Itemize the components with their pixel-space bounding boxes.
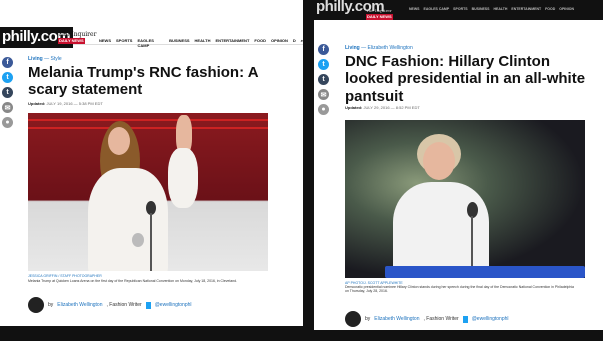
nav-item-business[interactable]: BUSINESS — [472, 7, 490, 11]
nav-item-business[interactable]: BUSINESS — [169, 38, 189, 48]
flag-stripe — [28, 119, 268, 121]
flag-stripe — [28, 127, 268, 129]
updated-timestamp: Updated: JULY 29, 2016 — 8:52 PM EDT — [345, 105, 420, 110]
nav-item-eagles-camp[interactable]: EAGLES CAMP — [137, 38, 164, 48]
updated-timestamp: Updated: JULY 19, 2016 — 5:38 PM EDT — [28, 101, 103, 106]
email-icon[interactable]: ✉ — [318, 89, 329, 100]
main-nav: NEWS EAGLES CAMP SPORTS BUSINESS HEALTH … — [409, 7, 574, 11]
paper-masthead[interactable]: The Inquirer DAILY NEWS — [366, 8, 393, 20]
author-avatar[interactable] — [345, 311, 361, 327]
mic-stand-shape — [150, 213, 152, 271]
pantsuit-shape — [393, 182, 489, 278]
updated-value: JULY 29, 2016 — 8:52 PM EDT — [363, 105, 420, 110]
author-twitter-handle[interactable]: @ewellingtonphl — [155, 302, 192, 308]
paper-masthead[interactable]: The Inquirer DAILY NEWS — [58, 32, 96, 44]
paper-badge: DAILY NEWS — [366, 14, 393, 20]
microphone-shape — [132, 233, 144, 247]
nav-item-entertainment[interactable]: ENTERTAINMENT — [215, 38, 249, 48]
breadcrumb: Living — Style — [28, 56, 62, 62]
byline-prefix: by — [48, 302, 54, 308]
nav-item-sports[interactable]: SPORTS — [453, 7, 467, 11]
updated-value: JULY 19, 2016 — 5:38 PM EDT — [46, 101, 103, 106]
site-header: philly.com The Inquirer DAILY NEWS NEWS … — [314, 0, 603, 20]
tumblr-icon[interactable]: t — [2, 87, 13, 98]
article-headline: DNC Fashion: Hillary Clinton looked pres… — [345, 53, 586, 105]
nav-item-eagles-camp[interactable]: EAGLES CAMP — [424, 7, 450, 11]
left-article-panel: philly.com The Inquirer DAILY NEWS NEWS … — [0, 0, 303, 326]
byline: by Elizabeth Wellington , Fashion Writer… — [28, 297, 192, 313]
dress-shape — [88, 168, 168, 271]
email-icon[interactable]: ✉ — [2, 102, 13, 113]
nav-item-opinion[interactable]: OPINION — [559, 7, 574, 11]
author-role: , Fashion Writer — [106, 302, 142, 308]
twitter-icon[interactable]: t — [318, 59, 329, 70]
updated-label: Updated: — [28, 101, 46, 106]
article-photo — [345, 120, 585, 278]
face-shape — [108, 127, 130, 155]
breadcrumb-subsection[interactable]: Style — [51, 56, 62, 62]
twitter-bird-icon: ✦ — [145, 301, 151, 309]
breadcrumb-section[interactable]: Living — [28, 56, 43, 62]
podium-shape — [385, 266, 585, 278]
site-header: philly.com The Inquirer DAILY NEWS NEWS … — [0, 0, 303, 48]
breadcrumb-section[interactable]: Living — [345, 45, 360, 51]
article-headline: Melania Trump's RNC fashion: A scary sta… — [28, 64, 258, 99]
breadcrumb: Living — Elizabeth Wellington — [345, 45, 413, 51]
byline-prefix: by — [365, 316, 371, 322]
sleeve-shape — [168, 148, 198, 208]
twitter-icon[interactable]: t — [2, 72, 13, 83]
paper-badge: DAILY NEWS — [58, 38, 85, 44]
comments-icon[interactable]: ● — [318, 104, 329, 115]
photo-credit: JESSICA GRIFFIN / STAFF PHOTOGRAPHER — [28, 274, 102, 278]
breadcrumb-subsection[interactable]: Elizabeth Wellington — [368, 45, 413, 51]
search-icon[interactable]: ⌕ — [301, 38, 303, 48]
author-avatar[interactable] — [28, 297, 44, 313]
twitter-bird-icon: ✦ — [462, 315, 468, 323]
right-article-panel: philly.com The Inquirer DAILY NEWS NEWS … — [314, 0, 603, 330]
photo-caption: Democratic presidential nominee Hillary … — [345, 285, 574, 293]
nav-item-entertainment[interactable]: ENTERTAINMENT — [511, 7, 541, 11]
nav-item-truncated[interactable]: D — [293, 38, 296, 48]
nav-item-health[interactable]: HEALTH — [195, 38, 211, 48]
nav-item-news[interactable]: NEWS — [409, 7, 420, 11]
comments-icon[interactable]: ● — [2, 117, 13, 128]
photo-caption: Melania Trump at Quicken Loans Arena on … — [28, 279, 238, 283]
tumblr-icon[interactable]: t — [318, 74, 329, 85]
author-name[interactable]: Elizabeth Wellington — [57, 302, 102, 308]
author-role: , Fashion Writer — [423, 316, 459, 322]
nav-item-health[interactable]: HEALTH — [493, 7, 507, 11]
nav-item-sports[interactable]: SPORTS — [116, 38, 132, 48]
nav-item-news[interactable]: NEWS — [99, 38, 111, 48]
nav-item-food[interactable]: FOOD — [254, 38, 266, 48]
mic-stand-shape — [471, 216, 473, 266]
author-name[interactable]: Elizabeth Wellington — [374, 316, 419, 322]
facebook-icon[interactable]: f — [318, 44, 329, 55]
nav-item-opinion[interactable]: OPINION — [271, 38, 288, 48]
main-nav: NEWS SPORTS EAGLES CAMP BUSINESS HEALTH … — [99, 38, 303, 48]
author-twitter-handle[interactable]: @ewellingtonphl — [472, 316, 509, 322]
article-photo — [28, 113, 268, 271]
updated-label: Updated: — [345, 105, 363, 110]
social-share-bar: f t t ✉ ● — [318, 44, 329, 115]
byline: by Elizabeth Wellington , Fashion Writer… — [345, 311, 509, 327]
nav-item-food[interactable]: FOOD — [545, 7, 555, 11]
face-shape — [423, 142, 455, 180]
facebook-icon[interactable]: f — [2, 57, 13, 68]
social-share-bar: f t t ✉ ● — [2, 57, 13, 128]
